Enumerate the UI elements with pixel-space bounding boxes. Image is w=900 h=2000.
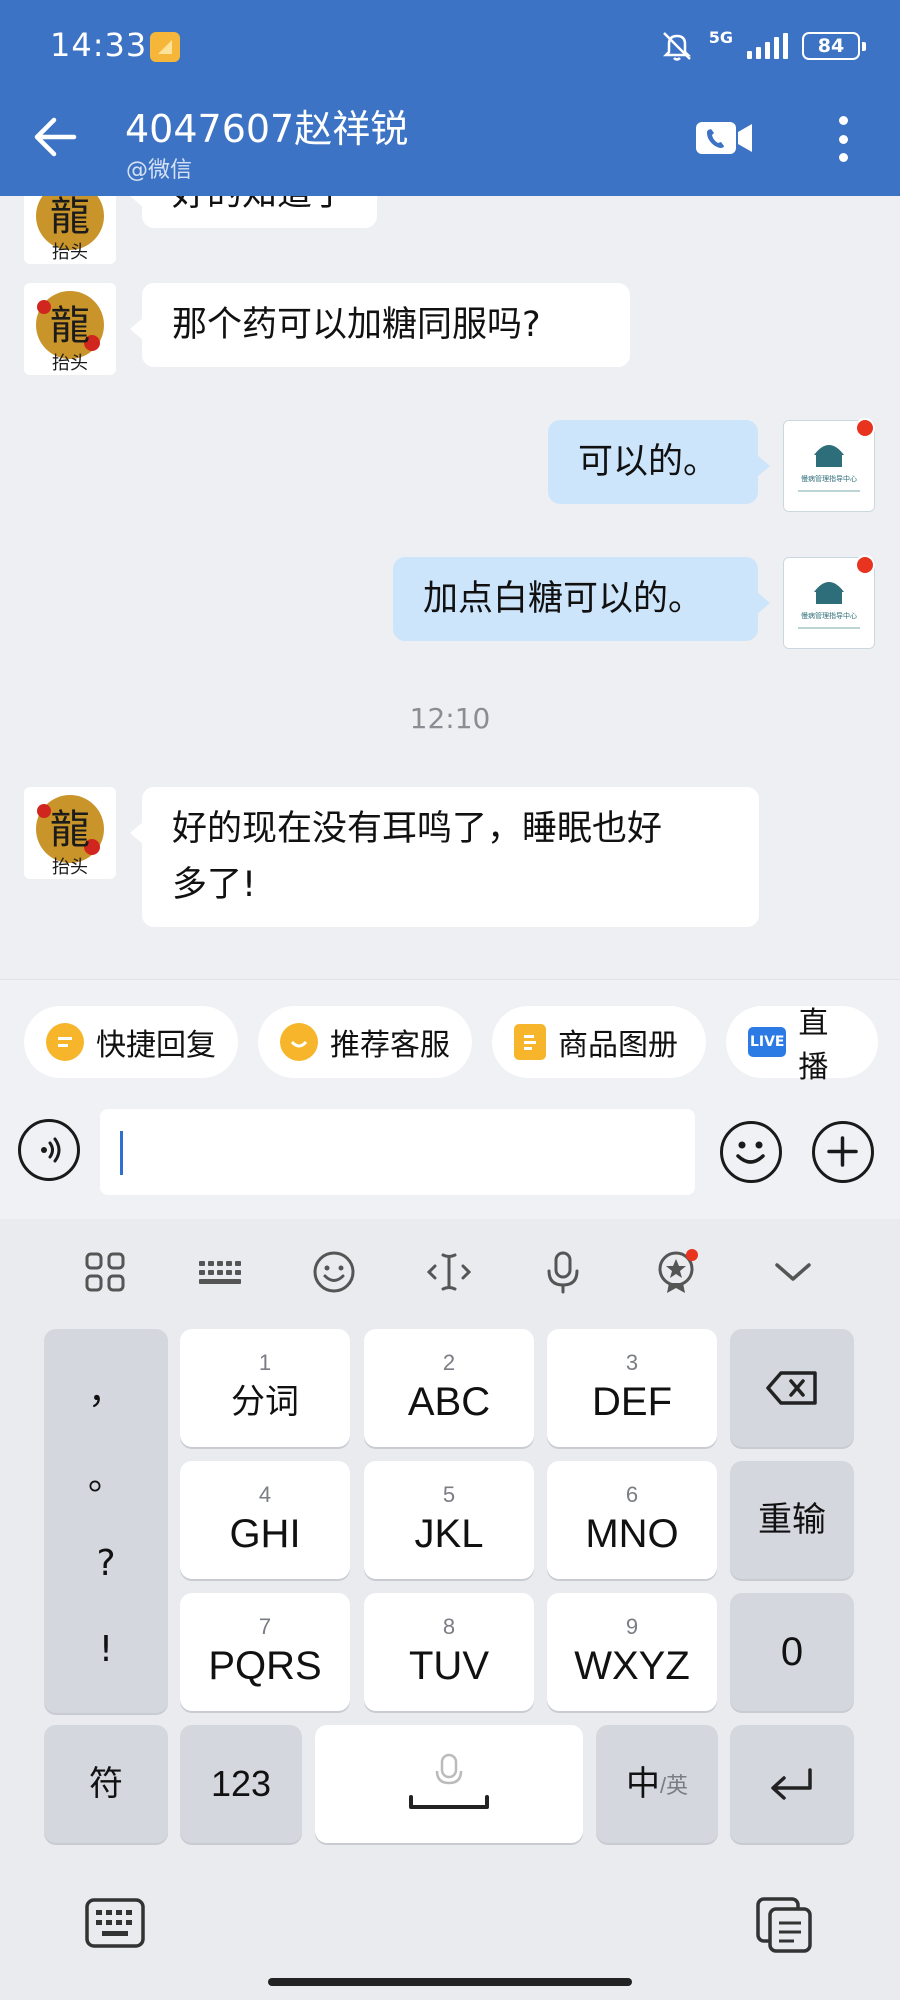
space-mic-icon [409,1753,489,1809]
video-call-icon[interactable] [694,118,754,158]
recommend-service-icon [280,1023,318,1061]
dragon-avatar-icon: 龍 抬头 [36,795,104,878]
unread-dot [855,555,875,575]
backspace-key[interactable] [730,1329,854,1447]
dragon-avatar-icon: 龍 抬头 [36,291,104,374]
home-indicator[interactable] [268,1978,632,1986]
backspace-icon [766,1371,817,1405]
message-bubble-incoming[interactable]: 好的现在没有耳鸣了，睡眠也好 多了! [130,787,759,927]
message-timestamp: 12:10 [409,702,491,735]
numbers-key[interactable]: 123 [180,1725,302,1843]
dragon-avatar-icon: 龍 抬头 [36,196,104,263]
text-caret [120,1131,123,1175]
status-indicators: 5G 84 [659,28,866,64]
key-8[interactable]: 8 TUV [364,1593,534,1711]
notification-app-icon [150,32,180,62]
key-1[interactable]: 1 分词 [180,1329,350,1447]
message-input-bar [0,1081,900,1219]
status-time: 14:33 [50,26,148,64]
mute-icon [662,32,691,61]
symbols-key[interactable]: 符 [44,1725,168,1843]
message-bubble-outgoing[interactable]: 加点白糖可以的。 [393,557,770,641]
customer-avatar[interactable]: 龍 抬头 [24,787,116,879]
svg-text:龍: 龍 [50,807,90,853]
customer-avatar[interactable]: 龍 抬头 [24,283,116,375]
customer-avatar[interactable]: 龍 抬头 [24,196,116,264]
app-header: 14:33 5G 84 4047607赵祥锐 @微信 [0,0,900,196]
svg-text:龍: 龍 [50,196,90,240]
punctuation-column[interactable]: ， 。 ? ! [44,1329,168,1713]
key-5[interactable]: 5 JKL [364,1461,534,1579]
t9-keyboard: ， 。 ? ! 1 分词 2 ABC 3 DEF 4 GHI 5 JKL 6 M… [0,1321,900,1889]
live-icon: LIVE [748,1027,787,1057]
message-bubble-incoming[interactable]: 那个药可以加糖同服吗? [130,283,630,367]
punct-question[interactable]: ? [96,1534,115,1594]
more-functions-button[interactable] [812,1121,874,1183]
voice-wave-icon [41,1137,61,1163]
apps-grid-icon[interactable] [80,1247,130,1297]
switch-keyboard-icon[interactable] [84,1895,146,1951]
quick-action-bar: 快捷回复 推荐客服 商品图册 LIVE 直播 [0,979,900,1085]
keyboard-layout-icon[interactable] [195,1247,245,1297]
more-options-icon[interactable] [826,112,860,166]
signal-icon [747,33,788,59]
emoji-button[interactable] [720,1121,782,1183]
emoji-keyboard-icon[interactable] [309,1247,359,1297]
punct-period[interactable]: 。 [88,1448,124,1508]
smiley-icon [736,1141,765,1164]
clipboard-icon[interactable] [754,1893,816,1955]
svg-text:抬头: 抬头 [52,242,88,263]
quick-reply-button[interactable]: 快捷回复 [24,1006,238,1078]
key-6[interactable]: 6 MNO [547,1461,717,1579]
svg-text:慢病管理指导中心: 慢病管理指导中心 [801,474,857,483]
svg-text:抬头: 抬头 [52,857,88,878]
battery-icon: 84 [802,32,866,60]
cursor-move-icon[interactable] [424,1247,474,1297]
product-album-button[interactable]: 商品图册 [492,1006,706,1078]
voice-input-button[interactable] [18,1119,80,1181]
language-switch-key[interactable]: 中 /英 [596,1725,718,1843]
recommend-service-button[interactable]: 推荐客服 [258,1006,472,1078]
network-type: 5G [708,28,733,47]
svg-text:慢病管理指导中心: 慢病管理指导中心 [801,611,857,620]
svg-text:抬头: 抬头 [52,353,88,374]
unread-dot [855,418,875,438]
message-bubble-incoming[interactable]: 好的知道了 [129,196,378,228]
live-button[interactable]: LIVE 直播 [726,1006,878,1085]
zero-key[interactable]: 0 [730,1593,854,1711]
quick-reply-icon [46,1023,84,1061]
key-9[interactable]: 9 WXYZ [547,1593,717,1711]
key-4[interactable]: 4 GHI [180,1461,350,1579]
microphone-icon[interactable] [538,1247,588,1297]
plus-icon [827,1136,858,1167]
message-bubble-outgoing[interactable]: 可以的。 [548,420,770,504]
message-input[interactable] [100,1109,695,1195]
back-arrow-icon[interactable] [30,112,80,162]
key-2[interactable]: 2 ABC [364,1329,534,1447]
message-list[interactable]: 龍 抬头 好的知道了 龍 抬头 那个药可以加糖同服吗? 可以的。 慢病管理指导中… [0,196,900,979]
ai-assistant-icon[interactable] [653,1247,703,1297]
chat-source: @微信 [126,158,193,183]
key-3[interactable]: 3 DEF [547,1329,717,1447]
enter-key[interactable] [730,1725,854,1843]
enter-icon [771,1768,812,1800]
chat-title: 4047607赵祥锐 [125,107,409,151]
punct-exclamation[interactable]: ! [99,1620,113,1680]
keyboard-toolbar [0,1219,900,1321]
battery-level: 84 [817,35,845,57]
svg-text:龍: 龍 [50,303,90,349]
collapse-keyboard-icon[interactable] [768,1247,818,1297]
retype-key[interactable]: 重输 [730,1461,854,1579]
punct-comma[interactable]: ， [88,1362,124,1422]
key-7[interactable]: 7 PQRS [180,1593,350,1711]
product-album-icon [514,1024,546,1060]
space-key[interactable] [315,1725,583,1843]
